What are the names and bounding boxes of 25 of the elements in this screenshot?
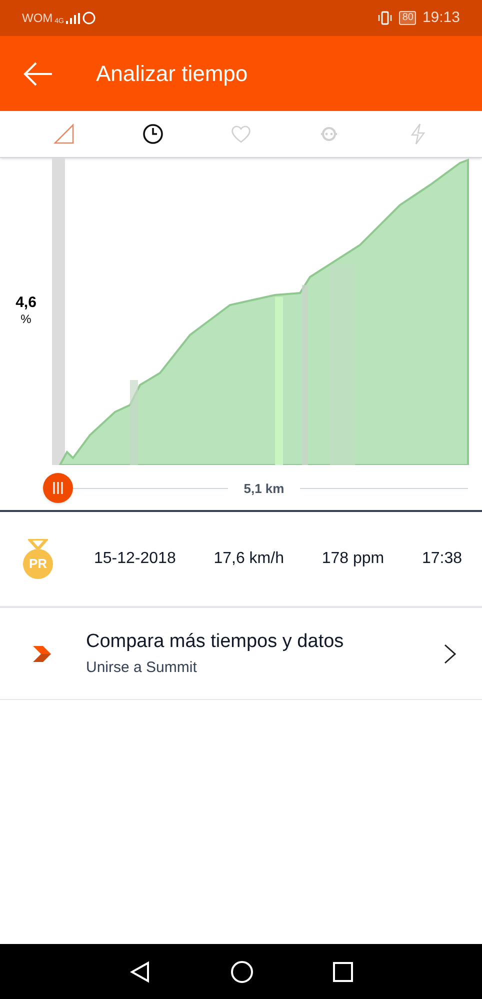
back-icon[interactable] [129, 960, 152, 982]
clock-time: 19:13 [422, 8, 460, 28]
chevron-logo-icon [33, 646, 51, 662]
page-title: Analizar tiempo [96, 60, 248, 88]
signal-icon [66, 12, 80, 24]
speed-text: 17,6 km/h [214, 549, 284, 569]
unit-label: % [20, 311, 32, 328]
summit-promo-row[interactable]: Compara más tiempos y datos Unirse a Summit [0, 608, 482, 700]
carrier-text: WOM [22, 10, 53, 27]
value-label: 4,6 [16, 295, 36, 310]
slider-handle[interactable] [43, 473, 73, 503]
date-text: 15-12-2018 [94, 549, 176, 569]
time-text: 17:38 [422, 549, 462, 569]
clock-icon[interactable] [142, 123, 164, 145]
grade-triangle-icon[interactable] [53, 123, 76, 145]
promo-subtitle: Unirse a Summit [86, 658, 198, 678]
recents-icon[interactable] [332, 962, 353, 982]
promo-title: Compara más tiempos y datos [86, 630, 345, 654]
vibrate-icon [377, 11, 394, 25]
heart-rate-text: 178 ppm [322, 549, 384, 569]
home-icon[interactable] [230, 960, 254, 984]
chevron-right-icon [444, 644, 456, 664]
battery-indicator: 80 [399, 11, 416, 25]
distance-label: 5,1 km [242, 480, 286, 498]
back-arrow-icon[interactable] [23, 62, 53, 86]
